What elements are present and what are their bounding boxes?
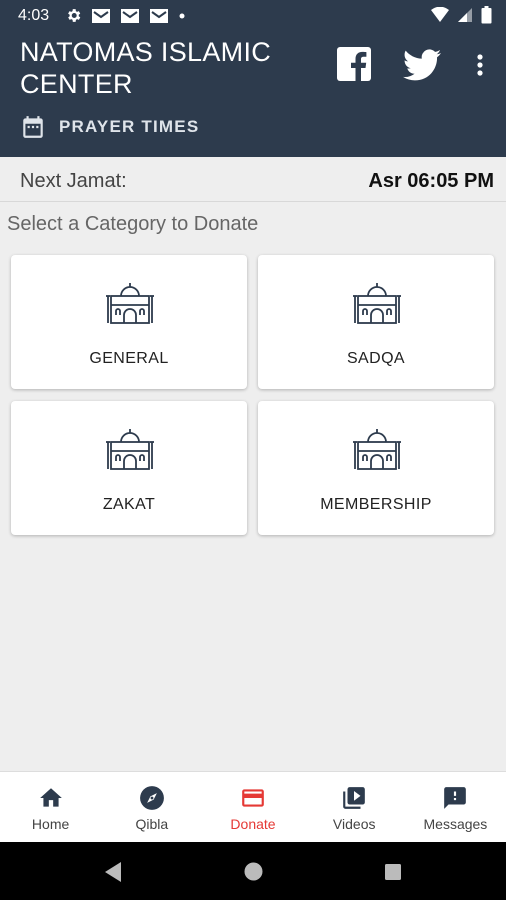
home-circle-icon[interactable] <box>243 861 264 882</box>
category-label: GENERAL <box>89 350 169 367</box>
system-navigation-bar <box>0 842 506 900</box>
facebook-icon <box>337 47 371 82</box>
signal-icon <box>458 8 472 22</box>
section-title: Select a Category to Donate <box>7 213 259 235</box>
mosque-icon <box>106 429 154 470</box>
status-bar: 4:03 <box>0 0 506 32</box>
nav-item-donate[interactable]: Donate <box>202 772 303 842</box>
mail-icon <box>92 8 110 23</box>
category-label: ZAKAT <box>102 496 156 513</box>
category-card-membership[interactable]: MEMBERSHIP <box>258 401 494 535</box>
notification-dot-icon <box>179 13 185 18</box>
nav-label: Qibla <box>135 816 169 832</box>
back-triangle-icon[interactable] <box>103 861 123 883</box>
next-jamat-time: Asr 06:05 PM <box>368 170 494 192</box>
message-alert-icon <box>444 787 467 809</box>
compass-icon <box>139 786 164 810</box>
category-label: SADQA <box>346 350 405 367</box>
recents-square-icon[interactable] <box>384 863 402 881</box>
calendar-icon <box>23 116 43 138</box>
video-library-icon <box>343 787 366 809</box>
category-card-zakat[interactable]: ZAKAT <box>11 401 247 535</box>
status-time: 4:03 <box>18 7 50 24</box>
mail-icon <box>121 8 139 23</box>
category-label: MEMBERSHIP <box>320 496 432 513</box>
nav-item-messages[interactable]: Messages <box>405 772 506 842</box>
twitter-button[interactable] <box>403 48 441 82</box>
credit-card-icon <box>242 789 264 807</box>
nav-label: Videos <box>332 816 376 832</box>
facebook-button[interactable] <box>336 46 372 82</box>
nav-item-qibla[interactable]: Qibla <box>101 772 202 842</box>
next-jamat-label: Next Jamat: <box>20 170 127 192</box>
next-jamat-bar: Next Jamat: Asr 06:05 PM <box>0 157 506 202</box>
nav-label: Donate <box>230 816 276 832</box>
mosque-icon <box>353 429 401 470</box>
more-options-button[interactable] <box>470 50 490 80</box>
nav-label: Home <box>31 816 70 832</box>
mail-icon <box>150 8 168 23</box>
prayer-times-button[interactable]: PRAYER TIMES <box>20 114 199 140</box>
nav-item-videos[interactable]: Videos <box>304 772 405 842</box>
mosque-icon <box>106 283 154 324</box>
prayer-times-label: PRAYER TIMES <box>59 117 200 136</box>
app-header: 4:03 NATOMAS ISLAMIC CENTER PRAYER TIMES <box>0 0 506 157</box>
bottom-navigation: Home Qibla Donate Videos Messages <box>0 771 506 842</box>
category-card-general[interactable]: GENERAL <box>11 255 247 389</box>
nav-label: Messages <box>423 816 488 832</box>
twitter-icon <box>403 49 441 81</box>
more-vertical-icon <box>477 54 483 76</box>
category-card-sadqa[interactable]: SADQA <box>258 255 494 389</box>
battery-icon <box>481 6 492 24</box>
app-title: NATOMAS ISLAMIC CENTER <box>20 37 272 99</box>
mosque-icon <box>353 283 401 324</box>
nav-item-home[interactable]: Home <box>0 772 101 842</box>
wifi-icon <box>431 7 449 22</box>
settings-gear-icon <box>68 9 81 22</box>
home-icon <box>39 788 62 807</box>
